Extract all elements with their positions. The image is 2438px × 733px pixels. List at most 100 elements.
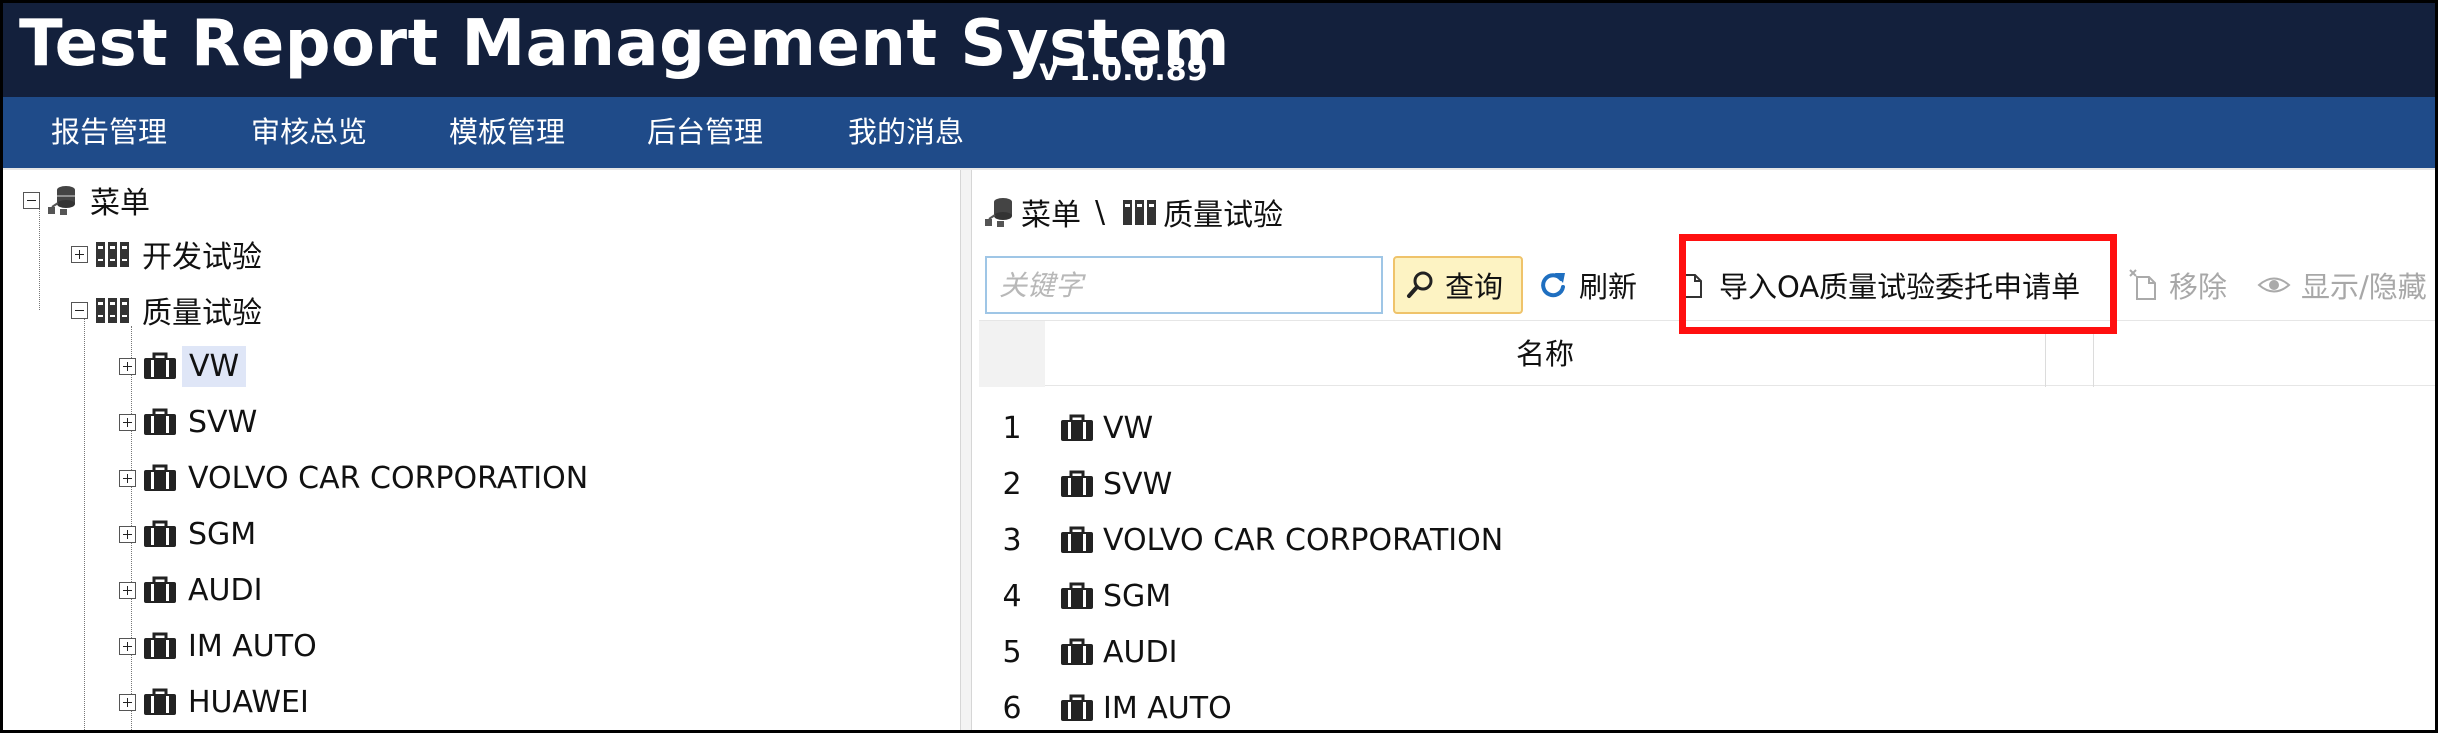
briefcase-icon [1061, 638, 1093, 665]
refresh-label: 刷新 [1579, 270, 1638, 304]
expand-toggle[interactable] [119, 357, 136, 375]
refresh-button[interactable]: 刷新 [1537, 256, 1637, 314]
briefcase-icon [144, 576, 176, 603]
briefcase-icon [144, 408, 176, 435]
briefcase-icon [1061, 694, 1093, 721]
database-icon [985, 198, 1012, 227]
row-name: SGM [1103, 578, 1172, 614]
database-icon [48, 186, 75, 215]
tree-node-im-auto[interactable]: IM AUTO [119, 620, 323, 672]
collapse-toggle[interactable] [23, 191, 40, 209]
tree-node-vw[interactable]: VW [119, 340, 247, 392]
tree-node-label: SGM [188, 516, 257, 552]
show-hide-button[interactable]: 显示/隐藏 [2257, 256, 2427, 314]
table-row[interactable]: 5 AUDI [979, 624, 2435, 680]
expand-toggle[interactable] [119, 525, 136, 543]
document-add-icon [1679, 270, 1702, 298]
tree-node-label: VW [182, 345, 247, 387]
table-row[interactable]: 1 VW [979, 400, 2435, 456]
remove-label: 移除 [2169, 270, 2228, 304]
search-input[interactable] [985, 256, 1383, 314]
tree-node-audi[interactable]: AUDI [119, 564, 268, 616]
app-header: Test Report Management System v 1.0.0.89 [3, 3, 2435, 97]
tree-node-label: SVW [188, 404, 258, 440]
app-window: Test Report Management System v 1.0.0.89… [0, 0, 2438, 733]
breadcrumb-current: 质量试验 [1163, 198, 1284, 233]
tree-node-svw[interactable]: SVW [119, 396, 263, 448]
row-number: 4 [1002, 578, 1022, 614]
row-number-header [979, 321, 1045, 387]
briefcase-icon [144, 688, 176, 715]
table-row[interactable]: 6 IM AUTO [979, 680, 2435, 730]
books-icon [96, 298, 129, 323]
panel-splitter[interactable] [960, 170, 972, 730]
row-number: 3 [1002, 522, 1022, 558]
import-oa-button[interactable]: 导入OA质量试验委托申请单 [1677, 256, 2080, 314]
row-number: 5 [1002, 634, 1022, 670]
tree-node-label: 菜单 [90, 186, 150, 221]
expand-toggle[interactable] [119, 469, 136, 487]
briefcase-icon [144, 464, 176, 491]
briefcase-icon [1061, 414, 1093, 441]
search-icon [1407, 271, 1433, 298]
expand-toggle[interactable] [119, 693, 136, 711]
show-hide-label: 显示/隐藏 [2301, 270, 2427, 304]
tree-node-label: VOLVO CAR CORPORATION [188, 460, 589, 496]
menu-item-my-messages[interactable]: 我的消息 [848, 97, 964, 168]
toolbar: 查询 刷新 导入OA质量试验委托申请单 [985, 248, 2435, 314]
breadcrumb-root[interactable]: 菜单 [1021, 190, 1081, 234]
column-divider[interactable] [2045, 333, 2046, 387]
column-header-name[interactable]: 名称 [1045, 321, 2045, 387]
content-panel: 菜单 \ 质量试验 查询 [973, 170, 2435, 730]
tree-node-label: 开发试验 [142, 240, 262, 275]
briefcase-icon [1061, 582, 1093, 609]
briefcase-icon [144, 352, 176, 379]
row-name: IM AUTO [1103, 690, 1232, 726]
collapse-toggle[interactable] [71, 301, 88, 319]
menu-item-backend-management[interactable]: 后台管理 [647, 97, 763, 168]
books-icon [96, 242, 129, 267]
tree-node-development-test[interactable]: 开发试验 [71, 228, 268, 280]
tree-node-volvo[interactable]: VOLVO CAR CORPORATION [119, 452, 594, 504]
import-label: 导入OA质量试验委托申请单 [1719, 270, 2081, 304]
tree-node-quality-test[interactable]: 质量试验 [71, 284, 268, 336]
tree-node-huawei[interactable]: HUAWEI [119, 676, 315, 728]
data-grid: 名称 1 VW 2 SVW 3 VOLVO CAR CORPORATION 4 … [979, 320, 2435, 730]
menu-item-template-management[interactable]: 模板管理 [449, 97, 565, 168]
expand-toggle[interactable] [119, 413, 136, 431]
expand-toggle[interactable] [71, 245, 88, 263]
menu-item-report-management[interactable]: 报告管理 [51, 97, 167, 168]
query-label: 查询 [1445, 270, 1504, 304]
books-icon [1123, 200, 1157, 225]
tree-node-label: HUAWEI [188, 684, 309, 720]
menu-item-review-overview[interactable]: 审核总览 [251, 97, 367, 168]
briefcase-icon [1061, 526, 1093, 553]
remove-button[interactable]: 移除 [2129, 256, 2227, 314]
breadcrumb-separator: \ [1095, 194, 1106, 230]
briefcase-icon [144, 520, 176, 547]
tree-node-label: IM AUTO [188, 628, 317, 664]
row-number: 1 [1002, 410, 1022, 446]
tree-connector [84, 310, 85, 730]
eye-icon [2257, 277, 2291, 293]
row-name: SVW [1103, 466, 1173, 502]
tree-node-sgm[interactable]: SGM [119, 508, 262, 560]
row-name: AUDI [1103, 634, 1178, 670]
tree-node-label: 质量试验 [142, 296, 262, 331]
row-name: VW [1103, 410, 1154, 446]
column-divider[interactable] [2093, 333, 2094, 387]
breadcrumb: 菜单 \ 质量试验 [983, 190, 1284, 234]
table-row[interactable]: 4 SGM [979, 568, 2435, 624]
row-number: 6 [1002, 690, 1022, 726]
tree-panel: 菜单 开发试验 质量试验 VW SVW VOLVO CAR CORPORATIO… [3, 170, 963, 730]
query-button[interactable]: 查询 [1393, 256, 1523, 314]
expand-toggle[interactable] [119, 637, 136, 655]
app-version: v 1.0.0.89 [1039, 53, 1208, 88]
expand-toggle[interactable] [119, 581, 136, 599]
row-name: VOLVO CAR CORPORATION [1103, 522, 1504, 558]
document-remove-icon [2129, 269, 2156, 300]
table-row[interactable]: 3 VOLVO CAR CORPORATION [979, 512, 2435, 568]
tree-node-root[interactable]: 菜单 [23, 174, 156, 226]
briefcase-icon [144, 632, 176, 659]
table-row[interactable]: 2 SVW [979, 456, 2435, 512]
